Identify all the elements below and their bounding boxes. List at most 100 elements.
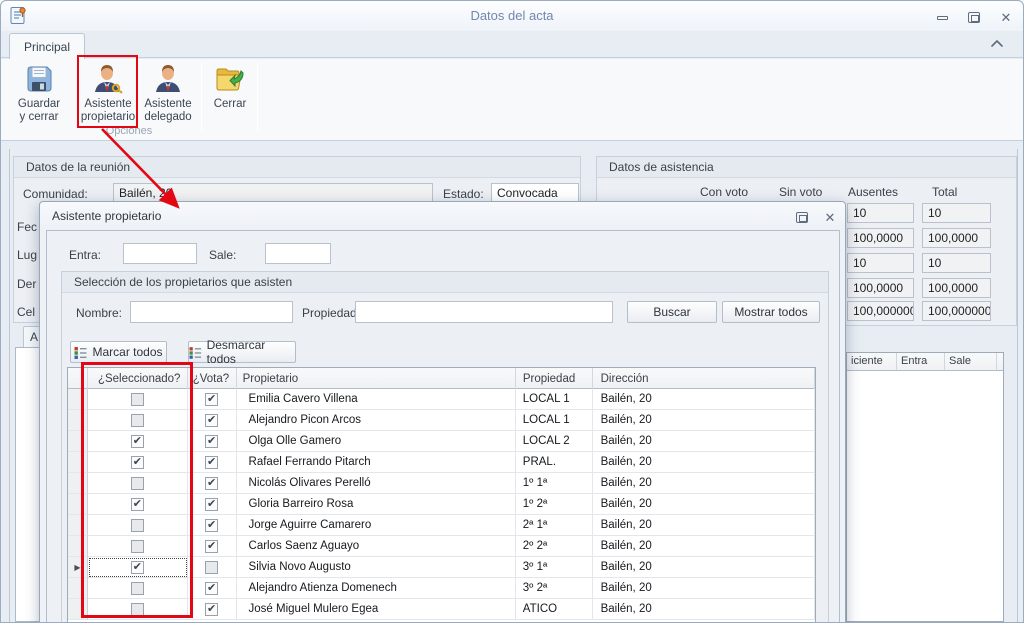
checkbox-checked[interactable]: ✔ xyxy=(205,582,218,595)
propiedad-input[interactable] xyxy=(355,301,613,323)
entra-input[interactable] xyxy=(123,243,197,264)
seleccionado-cell[interactable] xyxy=(88,536,188,557)
checkbox-checked[interactable]: ✔ xyxy=(205,540,218,553)
checkbox-unchecked[interactable] xyxy=(131,540,144,553)
column-header[interactable]: Dirección xyxy=(593,368,815,389)
guardar-y-cerrar-button[interactable]: Guardar y cerrar xyxy=(13,61,65,133)
row-indicator-cell[interactable] xyxy=(68,473,88,494)
buscar-button[interactable]: Buscar xyxy=(627,301,717,323)
propietario-cell[interactable]: Jorge Aguirre Camarero xyxy=(237,515,516,536)
vota-cell[interactable]: ✔ xyxy=(188,515,237,536)
seleccionado-cell[interactable] xyxy=(88,410,188,431)
checkbox-checked[interactable]: ✔ xyxy=(205,393,218,406)
vota-cell[interactable]: ✔ xyxy=(188,431,237,452)
checkbox-checked[interactable]: ✔ xyxy=(205,435,218,448)
propietario-cell[interactable]: Emilia Cavero Villena xyxy=(237,389,516,410)
direccion-cell[interactable]: Bailén, 20 xyxy=(593,494,815,515)
propietario-cell[interactable]: Rafael Ferrando Pitarch xyxy=(237,452,516,473)
seleccionado-cell[interactable] xyxy=(88,515,188,536)
propiedad-cell[interactable]: 3º 1ª xyxy=(516,557,593,578)
row-indicator-cell[interactable] xyxy=(68,536,88,557)
row-indicator-cell[interactable] xyxy=(68,599,88,620)
propietario-cell[interactable]: Alejandro Picon Arcos xyxy=(237,410,516,431)
checkbox-unchecked[interactable] xyxy=(205,561,218,574)
propiedad-cell[interactable]: 1º 2ª xyxy=(516,494,593,515)
vota-cell[interactable]: ✔ xyxy=(188,389,237,410)
checkbox-checked[interactable]: ✔ xyxy=(131,561,144,574)
checkbox-checked[interactable]: ✔ xyxy=(205,498,218,511)
vota-cell[interactable]: ✔ xyxy=(188,578,237,599)
dialog-maximize-button[interactable] xyxy=(791,210,813,225)
row-indicator-cell[interactable] xyxy=(68,515,88,536)
seleccionado-cell[interactable] xyxy=(88,473,188,494)
tab-principal[interactable]: Principal xyxy=(9,33,85,59)
vota-cell[interactable] xyxy=(188,557,237,578)
direccion-cell[interactable]: Bailén, 20 xyxy=(593,410,815,431)
row-indicator-cell[interactable] xyxy=(68,452,88,473)
seleccionado-cell[interactable] xyxy=(88,599,188,620)
column-header[interactable]: ¿Vota? xyxy=(188,368,237,389)
sale-input[interactable] xyxy=(265,243,331,264)
propietario-cell[interactable]: Silvia Novo Augusto xyxy=(237,557,516,578)
direccion-cell[interactable]: Bailén, 20 xyxy=(593,557,815,578)
propiedad-cell[interactable]: 2ª 1ª xyxy=(516,515,593,536)
propiedad-cell[interactable]: 3º 2ª xyxy=(516,578,593,599)
direccion-cell[interactable]: Bailén, 20 xyxy=(593,578,815,599)
collapse-ribbon-button[interactable] xyxy=(989,37,1005,51)
propiedad-cell[interactable]: LOCAL 1 xyxy=(516,410,593,431)
row-indicator-cell[interactable] xyxy=(68,389,88,410)
checkbox-unchecked[interactable] xyxy=(131,519,144,532)
cerrar-button[interactable]: Cerrar xyxy=(206,61,254,133)
direccion-cell[interactable]: Bailén, 20 xyxy=(593,431,815,452)
column-header[interactable]: Propiedad xyxy=(516,368,593,389)
vota-cell[interactable]: ✔ xyxy=(188,410,237,431)
marcar-todos-button[interactable]: Marcar todos xyxy=(70,341,167,363)
seleccionado-cell[interactable] xyxy=(88,389,188,410)
estado-field[interactable]: Convocada xyxy=(491,183,579,203)
seleccionado-cell[interactable]: ✔ xyxy=(88,494,188,515)
direccion-cell[interactable]: Bailén, 20 xyxy=(593,389,815,410)
checkbox-checked[interactable]: ✔ xyxy=(205,603,218,616)
propietario-cell[interactable]: Gloria Barreiro Rosa xyxy=(237,494,516,515)
mostrar-todos-button[interactable]: Mostrar todos xyxy=(722,301,820,323)
row-indicator-cell[interactable] xyxy=(68,410,88,431)
propiedad-cell[interactable]: PRAL. xyxy=(516,452,593,473)
minimize-button[interactable] xyxy=(931,10,953,25)
asistente-propietario-button[interactable]: Asistente propietario xyxy=(80,61,136,133)
row-indicator-cell[interactable] xyxy=(68,431,88,452)
nombre-input[interactable] xyxy=(130,301,293,323)
vota-cell[interactable]: ✔ xyxy=(188,599,237,620)
vota-cell[interactable]: ✔ xyxy=(188,473,237,494)
seleccionado-cell[interactable]: ✔ xyxy=(88,452,188,473)
desmarcar-todos-button[interactable]: Desmarcar todos xyxy=(188,341,296,363)
vota-cell[interactable]: ✔ xyxy=(188,536,237,557)
vota-cell[interactable]: ✔ xyxy=(188,452,237,473)
row-indicator-cell[interactable]: ▶ xyxy=(68,557,88,578)
checkbox-checked[interactable]: ✔ xyxy=(131,456,144,469)
asistente-delegado-button[interactable]: Asistente delegado xyxy=(141,61,195,133)
checkbox-unchecked[interactable] xyxy=(131,477,144,490)
propietario-cell[interactable]: Nicolás Olivares Perelló xyxy=(237,473,516,494)
direccion-cell[interactable]: Bailén, 20 xyxy=(593,536,815,557)
propietario-cell[interactable]: Carlos Saenz Aguayo xyxy=(237,536,516,557)
propiedad-cell[interactable]: 1º 1ª xyxy=(516,473,593,494)
checkbox-checked[interactable]: ✔ xyxy=(205,519,218,532)
direccion-cell[interactable]: Bailén, 20 xyxy=(593,515,815,536)
checkbox-unchecked[interactable] xyxy=(131,393,144,406)
maximize-button[interactable] xyxy=(963,10,985,25)
direccion-cell[interactable]: Bailén, 20 xyxy=(593,452,815,473)
propiedad-cell[interactable]: 2º 2ª xyxy=(516,536,593,557)
checkbox-checked[interactable]: ✔ xyxy=(131,435,144,448)
direccion-cell[interactable]: Bailén, 20 xyxy=(593,473,815,494)
checkbox-checked[interactable]: ✔ xyxy=(131,498,144,511)
checkbox-unchecked[interactable] xyxy=(131,414,144,427)
checkbox-unchecked[interactable] xyxy=(131,603,144,616)
propietario-cell[interactable]: Alejandro Atienza Domenech xyxy=(237,578,516,599)
direccion-cell[interactable]: Bailén, 20 xyxy=(593,599,815,620)
column-header[interactable]: Propietario xyxy=(237,368,516,389)
propietario-cell[interactable]: Olga Olle Gamero xyxy=(237,431,516,452)
checkbox-checked[interactable]: ✔ xyxy=(205,414,218,427)
column-header[interactable]: ¿Seleccionado? xyxy=(88,368,188,389)
close-button[interactable]: ✕ xyxy=(995,10,1017,25)
propiedad-cell[interactable]: LOCAL 1 xyxy=(516,389,593,410)
